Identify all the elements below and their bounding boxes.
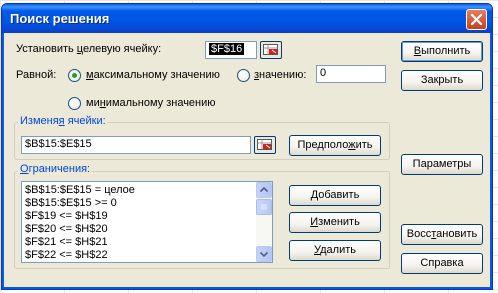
max-value-radio[interactable] [68, 69, 81, 82]
value-of-input[interactable]: 0 [316, 65, 386, 83]
constraints-title: Ограничения: [18, 163, 93, 175]
constraint-item[interactable]: $B$15:$E$15 >= 0 [25, 197, 117, 210]
guess-button[interactable]: Предположить [289, 135, 381, 156]
changing-cells-picker-button[interactable] [254, 136, 276, 154]
close-icon [470, 13, 483, 26]
options-button[interactable]: Параметры [401, 154, 483, 175]
changing-cells-input[interactable]: $B$15:$E$15 [21, 136, 251, 154]
delete-constraint-button[interactable]: Удалить [289, 240, 381, 261]
constraint-item[interactable]: $F$22 <= $H$22 [25, 249, 108, 262]
title-bar[interactable]: Поиск решения [2, 4, 492, 33]
dialog-title: Поиск решения [10, 11, 110, 26]
constraint-item[interactable]: $F$20 <= $H$20 [25, 223, 108, 236]
solver-dialog: Поиск решения Установить целевую ячейку:… [1, 3, 493, 290]
constraints-list[interactable]: $B$15:$E$15 = целое $B$15:$E$15 >= 0 $F$… [21, 181, 273, 263]
max-value-label[interactable]: максимальному значению [86, 69, 220, 81]
solve-button[interactable]: Выполнить [401, 41, 483, 62]
constraint-item[interactable]: $F$19 <= $H$19 [25, 210, 108, 223]
min-value-radio[interactable] [68, 97, 81, 110]
equal-to-label: Равной: [16, 69, 57, 81]
grip-icon [261, 204, 267, 210]
constraint-item[interactable]: $F$21 <= $H$21 [25, 236, 108, 249]
min-value-label[interactable]: минимальному значению [86, 97, 216, 109]
close-window-button[interactable] [466, 9, 487, 30]
target-cell-label: Установить целевую ячейку: [16, 43, 162, 55]
scroll-up-button[interactable] [256, 182, 272, 198]
changing-cells-title: Изменяя ячейки: [18, 115, 108, 127]
value-of-label[interactable]: значению: [254, 69, 306, 81]
range-picker-icon [257, 139, 272, 150]
scroll-down-button[interactable] [256, 246, 272, 262]
constraints-scrollbar[interactable] [256, 182, 272, 262]
reset-all-button[interactable]: Восстановить [401, 224, 483, 245]
scroll-thumb[interactable] [256, 199, 272, 215]
close-button[interactable]: Закрыть [401, 70, 483, 91]
edit-constraint-button[interactable]: Изменить [289, 212, 381, 233]
target-cell-input[interactable]: $F$16 [205, 41, 257, 59]
help-button[interactable]: Справка [401, 253, 483, 274]
add-constraint-button[interactable]: Добавить [289, 185, 381, 206]
chevron-up-icon [259, 186, 269, 193]
target-cell-picker-button[interactable] [260, 41, 282, 59]
constraint-item[interactable]: $B$15:$E$15 = целое [25, 184, 135, 197]
value-of-radio[interactable] [237, 69, 250, 82]
range-picker-icon [263, 44, 278, 55]
chevron-down-icon [259, 251, 269, 258]
